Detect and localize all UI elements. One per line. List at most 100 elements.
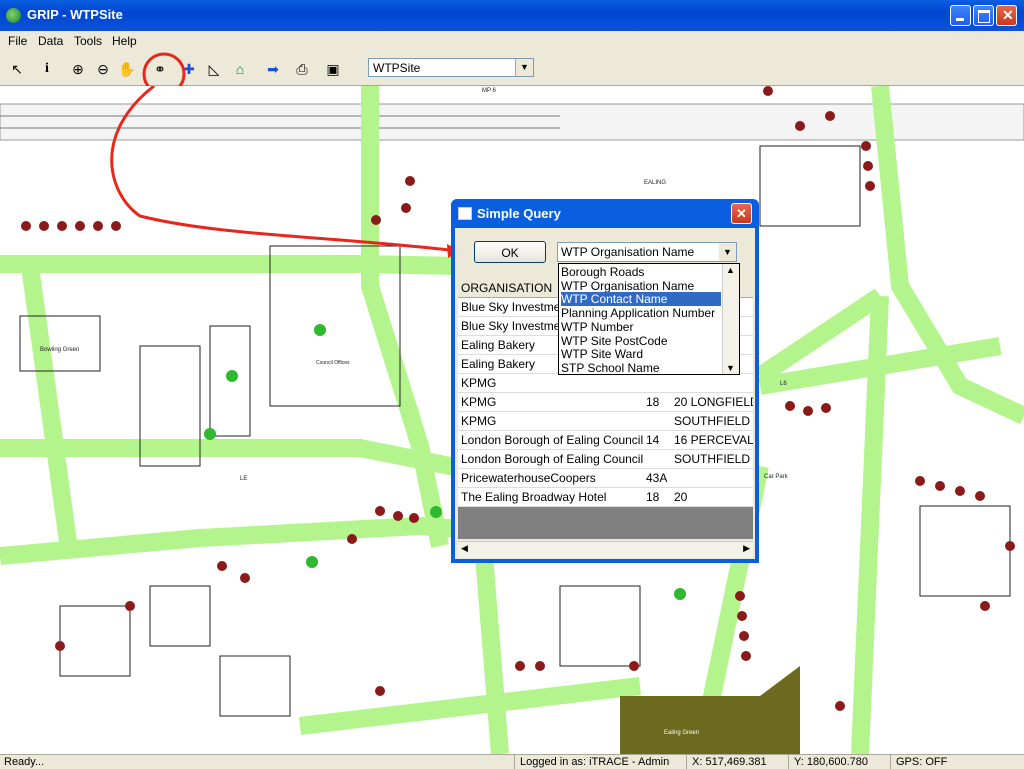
- tree: [1005, 541, 1015, 551]
- tree: [935, 481, 945, 491]
- layer-select[interactable]: WTPSite ▼: [368, 58, 534, 77]
- dialog-title-bar: Simple Query ✕: [451, 199, 759, 228]
- status-bar: Ready... Logged in as: iTRACE - Admin X:…: [0, 754, 1024, 769]
- tree: [803, 406, 813, 416]
- scroll-right-icon[interactable]: ▶: [743, 543, 750, 554]
- query-field-select[interactable]: WTP Organisation Name ▼: [557, 242, 737, 262]
- tree: [861, 141, 871, 151]
- scroll-down-icon[interactable]: ▼: [726, 363, 735, 373]
- menu-data[interactable]: Data: [38, 34, 63, 48]
- table-row[interactable]: London Borough of Ealing Council 14 16 PER…: [458, 431, 753, 450]
- menu-file[interactable]: File: [8, 34, 27, 48]
- site-marker: [226, 370, 238, 382]
- scroll-up-icon[interactable]: ▲: [726, 265, 735, 275]
- site-marker: [430, 506, 442, 518]
- tree: [93, 221, 103, 231]
- zoom-out-icon[interactable]: ⊖: [92, 58, 114, 80]
- map-label-ealing: EALING: [644, 180, 666, 186]
- cell-organisation: KPMG: [461, 395, 497, 409]
- menu-tools[interactable]: Tools: [74, 34, 102, 48]
- tree: [735, 591, 745, 601]
- route-icon[interactable]: ➡: [262, 58, 284, 80]
- cell-address: 20: [674, 490, 688, 504]
- tree: [955, 486, 965, 496]
- map-label-mp6: MP 6: [482, 88, 497, 94]
- tree: [821, 403, 831, 413]
- dialog-close-button[interactable]: ✕: [731, 203, 752, 224]
- minimize-button[interactable]: [950, 5, 971, 26]
- status-login: Logged in as: iTRACE - Admin: [520, 756, 670, 768]
- menu-help[interactable]: Help: [112, 34, 137, 48]
- cell-number: 18: [646, 395, 660, 409]
- tree: [393, 511, 403, 521]
- status-separator: [514, 755, 515, 769]
- scroll-left-icon[interactable]: ◀: [461, 543, 468, 554]
- dropdown-option[interactable]: WTP Site PostCode: [561, 334, 721, 348]
- tree: [975, 491, 985, 501]
- table-row[interactable]: PricewaterhouseCoopers 43A: [458, 469, 753, 488]
- dropdown-option[interactable]: WTP Organisation Name: [561, 279, 721, 293]
- tree: [347, 534, 357, 544]
- dropdown-scrollbar[interactable]: ▲ ▼: [722, 264, 739, 374]
- chevron-down-icon[interactable]: ▼: [719, 243, 736, 261]
- tree: [763, 86, 773, 96]
- cell-address: 20 LONGFIELD: [674, 395, 753, 409]
- horizontal-scrollbar[interactable]: ◀ ▶: [458, 541, 753, 558]
- print-icon[interactable]: ⎙: [291, 58, 313, 80]
- close-button[interactable]: ✕: [996, 5, 1017, 26]
- table-row[interactable]: London Borough of Ealing Council SOUTHFIE…: [458, 450, 753, 469]
- table-row[interactable]: KPMG 18 20 LONGFIELD: [458, 393, 753, 412]
- tree: [409, 513, 419, 523]
- tree: [535, 661, 545, 671]
- layer-icon[interactable]: ▣: [322, 58, 344, 80]
- tree: [825, 111, 835, 121]
- tree: [401, 203, 411, 213]
- dropdown-option[interactable]: Planning Application Number: [561, 306, 721, 320]
- cell-organisation: London Borough of Ealing Council: [461, 433, 644, 447]
- table-row[interactable]: KPMG SOUTHFIELD: [458, 412, 753, 431]
- pointer-icon[interactable]: ↖: [6, 58, 28, 80]
- cell-number: 43A: [646, 471, 668, 485]
- dropdown-option[interactable]: WTP Contact Name: [561, 292, 721, 307]
- dropdown-option[interactable]: WTP Site Ward: [561, 347, 721, 361]
- ok-button[interactable]: OK: [474, 241, 546, 263]
- road: [21, 264, 79, 558]
- map-label-council-offices: Council Offices: [316, 360, 350, 366]
- status-ready: Ready...: [4, 756, 45, 768]
- tree: [217, 561, 227, 571]
- table-row[interactable]: KPMG: [458, 374, 753, 393]
- table-row[interactable]: The Ealing Broadway Hotel 18 20: [458, 488, 753, 507]
- dropdown-option[interactable]: WTP Number: [561, 320, 721, 334]
- building: [919, 505, 1011, 597]
- zoom-in-icon[interactable]: ⊕: [67, 58, 89, 80]
- layer-select-value: WTPSite: [373, 61, 421, 75]
- status-separator: [788, 755, 789, 769]
- tree: [111, 221, 121, 231]
- polygon-icon[interactable]: ◺: [203, 58, 225, 80]
- dialog-body: OK WTP Organisation Name ▼ ORGANISATION …: [455, 228, 755, 559]
- chevron-down-icon[interactable]: ▼: [515, 59, 533, 76]
- dropdown-option[interactable]: STP School Name: [561, 361, 721, 374]
- house-icon[interactable]: ⌂: [229, 58, 251, 80]
- tree: [405, 176, 415, 186]
- info-icon[interactable]: i: [36, 58, 58, 80]
- pan-hand-icon[interactable]: ✋: [116, 58, 138, 80]
- maximize-button[interactable]: [973, 5, 994, 26]
- cell-organisation: Ealing Bakery: [461, 338, 536, 352]
- cell-organisation: The Ealing Broadway Hotel: [461, 490, 607, 504]
- road: [361, 86, 449, 548]
- building: [59, 605, 131, 677]
- site-marker: [204, 428, 216, 440]
- query-field-dropdown[interactable]: Borough Roads WTP Organisation Name WTP Co…: [558, 263, 740, 375]
- window-title: GRIP - WTPSite: [27, 7, 123, 22]
- tree: [240, 573, 250, 583]
- status-separator: [890, 755, 891, 769]
- column-header-organisation[interactable]: ORGANISATION: [461, 281, 552, 295]
- building: [759, 145, 861, 227]
- tree: [863, 161, 873, 171]
- cell-organisation: Ealing Bakery: [461, 357, 536, 371]
- simple-query-dialog: Simple Query ✕ OK WTP Organisation Name …: [451, 199, 759, 563]
- tree: [737, 611, 747, 621]
- dropdown-option[interactable]: Borough Roads: [561, 265, 721, 279]
- tree: [371, 215, 381, 225]
